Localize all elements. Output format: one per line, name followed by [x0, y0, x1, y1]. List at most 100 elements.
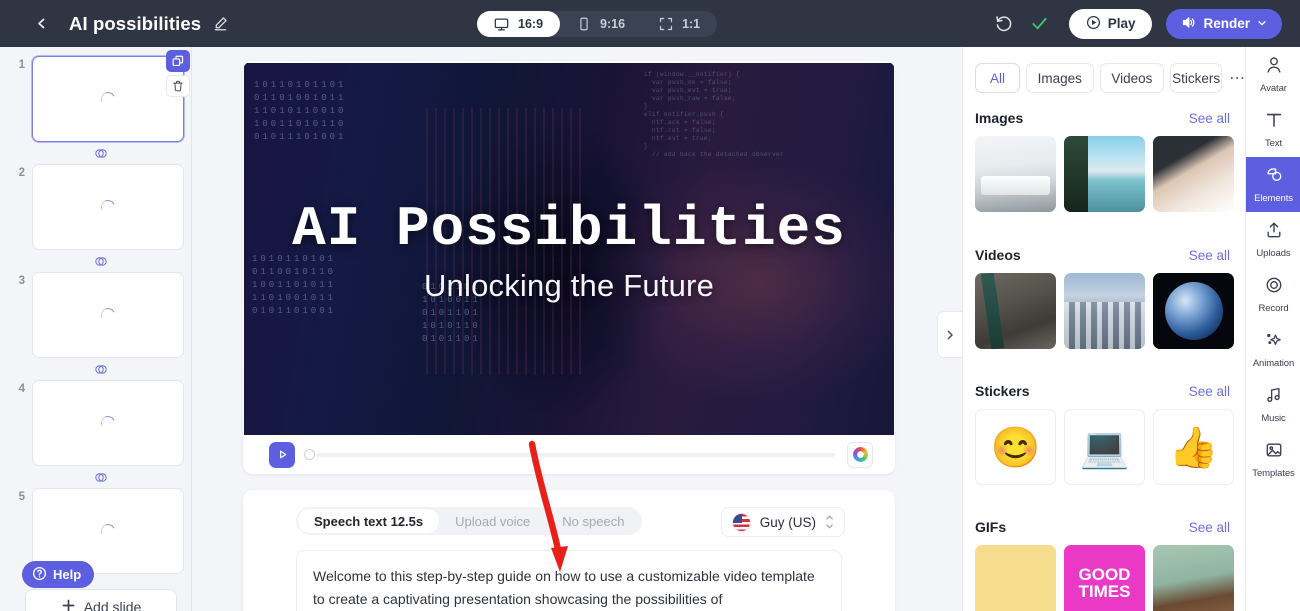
plus-icon	[61, 598, 76, 611]
panel-collapse-button[interactable]	[937, 311, 962, 358]
voice-selector[interactable]: Guy (US)	[720, 507, 845, 537]
see-all-images-link[interactable]: See all	[1189, 111, 1230, 126]
aspect-ratio-group: 16:9 9:16 1:1	[477, 11, 718, 37]
play-button[interactable]: Play	[1068, 8, 1153, 39]
sticker-tile-laptop[interactable]: 💻	[1064, 409, 1145, 485]
tab-upload-voice[interactable]: Upload voice	[439, 509, 546, 533]
loading-spinner-icon	[99, 414, 117, 432]
art-code-text: if (window.__notifier) { var push_ok = f…	[644, 71, 785, 158]
ellipsis-icon[interactable]: ⋯	[1228, 68, 1245, 88]
image-tile-mountain-lake[interactable]	[1064, 136, 1145, 212]
chevron-down-icon	[1257, 16, 1267, 31]
upload-icon	[1264, 220, 1284, 245]
elements-library-panel[interactable]: All Images Videos Stickers ⋯ Images See …	[962, 47, 1245, 611]
scrubber-track[interactable]	[317, 452, 835, 457]
slide-transition-button[interactable]	[25, 466, 177, 488]
render-button[interactable]: Render	[1166, 8, 1282, 39]
pencil-icon[interactable]	[212, 15, 229, 32]
us-flag-icon	[731, 512, 751, 532]
slide-tools	[166, 50, 190, 97]
sticker-tile-smiling-face[interactable]: 😊	[975, 409, 1056, 485]
ratio-9-16-button[interactable]: 9:16	[560, 11, 642, 37]
canvas-player-bar	[243, 435, 895, 474]
slides-panel[interactable]: 1 2 3 4 5 Help Add slide	[0, 47, 192, 611]
slide-title-text[interactable]: AI Possibilities	[243, 197, 895, 261]
slide-row: 5	[0, 488, 191, 574]
monitor-icon	[494, 17, 509, 32]
speech-panel: Speech text 12.5s Upload voice No speech…	[243, 490, 895, 611]
image-tile-office-meeting-room[interactable]	[975, 136, 1056, 212]
speech-mode-tabs: Speech text 12.5s Upload voice No speech	[296, 507, 643, 535]
rail-item-uploads[interactable]: Uploads	[1246, 212, 1300, 267]
top-bar: AI possibilities 16:9 9:16 1:1 Play Rend…	[0, 0, 1300, 47]
rail-item-avatar[interactable]: Avatar	[1246, 47, 1300, 102]
see-all-gifs-link[interactable]: See all	[1189, 520, 1230, 535]
tab-stickers[interactable]: Stickers	[1170, 63, 1223, 93]
ratio-16-9-label: 16:9	[518, 17, 544, 31]
help-button[interactable]: Help	[22, 561, 95, 588]
ratio-1-1-label: 1:1	[682, 17, 701, 31]
slide-canvas[interactable]: if (window.__notifier) { var push_ok = f…	[243, 61, 895, 474]
rail-item-label: Record	[1258, 303, 1289, 314]
rail-item-music[interactable]: Music	[1246, 377, 1300, 432]
gif-tile-kid-at-desk[interactable]	[1153, 545, 1234, 611]
see-all-stickers-link[interactable]: See all	[1189, 384, 1230, 399]
scrubber-handle[interactable]	[304, 449, 315, 460]
gif-tile-good-times[interactable]: GOOD TIMES	[1064, 545, 1145, 611]
slide-thumbnail-4[interactable]	[32, 380, 184, 466]
slide-subtitle-text[interactable]: Unlocking the Future	[243, 268, 895, 304]
rail-item-templates[interactable]: Templates	[1246, 432, 1300, 487]
sticker-tile-thumbs-up[interactable]: 👍	[1153, 409, 1234, 485]
rail-item-label: Uploads	[1256, 248, 1291, 259]
rail-item-text[interactable]: Text	[1246, 102, 1300, 157]
slide-thumbnail-2[interactable]	[32, 164, 184, 250]
tile-row	[963, 263, 1245, 349]
speech-text-input[interactable]: Welcome to this step-by-step guide on ho…	[296, 550, 842, 611]
canvas-play-button[interactable]	[269, 441, 295, 468]
slide-thumbnail-1[interactable]	[32, 50, 190, 142]
add-slide-button[interactable]: Add slide	[25, 589, 177, 611]
video-tile-aerial-road[interactable]	[975, 273, 1056, 349]
up-down-stepper-icon[interactable]	[825, 515, 834, 529]
section-title: GIFs	[975, 519, 1007, 535]
image-tile-business-handshake[interactable]	[1153, 136, 1234, 212]
ratio-1-1-button[interactable]: 1:1	[642, 11, 717, 37]
transition-icon	[94, 471, 108, 484]
tab-all[interactable]: All	[975, 63, 1020, 93]
loading-spinner-icon	[99, 522, 117, 540]
timeline-scrubber[interactable]	[304, 449, 835, 460]
rail-item-label: Text	[1264, 138, 1283, 149]
undo-icon[interactable]	[993, 13, 1015, 35]
duplicate-icon[interactable]	[166, 50, 190, 72]
color-wheel-icon[interactable]	[847, 441, 873, 468]
rail-item-animation[interactable]: Animation	[1246, 322, 1300, 377]
rail-item-elements[interactable]: Elements	[1246, 157, 1300, 212]
section-header: Images See all	[963, 110, 1245, 126]
slide-thumbnail-3[interactable]	[32, 272, 184, 358]
slide-transition-button[interactable]	[25, 142, 177, 164]
rail-item-record[interactable]: Record	[1246, 267, 1300, 322]
art-binary-text: 10110101101 01101001011 11010110010 1001…	[254, 80, 347, 142]
transition-icon	[94, 255, 108, 268]
tools-rail: Avatar Text Elements Uploads Record Anim…	[1245, 47, 1300, 611]
tab-videos[interactable]: Videos	[1099, 63, 1165, 93]
library-section-gifs: GIFs See all GOOD TIMES	[963, 519, 1245, 611]
slide-transition-button[interactable]	[25, 250, 177, 272]
gif-tile-waving-hands[interactable]	[975, 545, 1056, 611]
slide-row: 3	[0, 272, 191, 358]
tab-no-speech[interactable]: No speech	[546, 509, 640, 533]
tab-speech-text[interactable]: Speech text 12.5s	[298, 509, 440, 533]
ratio-16-9-button[interactable]: 16:9	[477, 11, 561, 37]
slide-row: 2	[0, 164, 191, 250]
video-tile-city-skyline[interactable]	[1064, 273, 1145, 349]
trash-icon[interactable]	[166, 75, 190, 97]
back-button[interactable]	[30, 13, 52, 35]
library-category-tabs: All Images Videos Stickers ⋯	[963, 62, 1245, 94]
see-all-videos-link[interactable]: See all	[1189, 248, 1230, 263]
tab-images[interactable]: Images	[1026, 63, 1094, 93]
phone-icon	[577, 17, 591, 31]
play-button-label: Play	[1107, 16, 1136, 31]
slide-transition-button[interactable]	[25, 358, 177, 380]
video-tile-earth-from-space[interactable]	[1153, 273, 1234, 349]
record-icon	[1264, 275, 1284, 300]
